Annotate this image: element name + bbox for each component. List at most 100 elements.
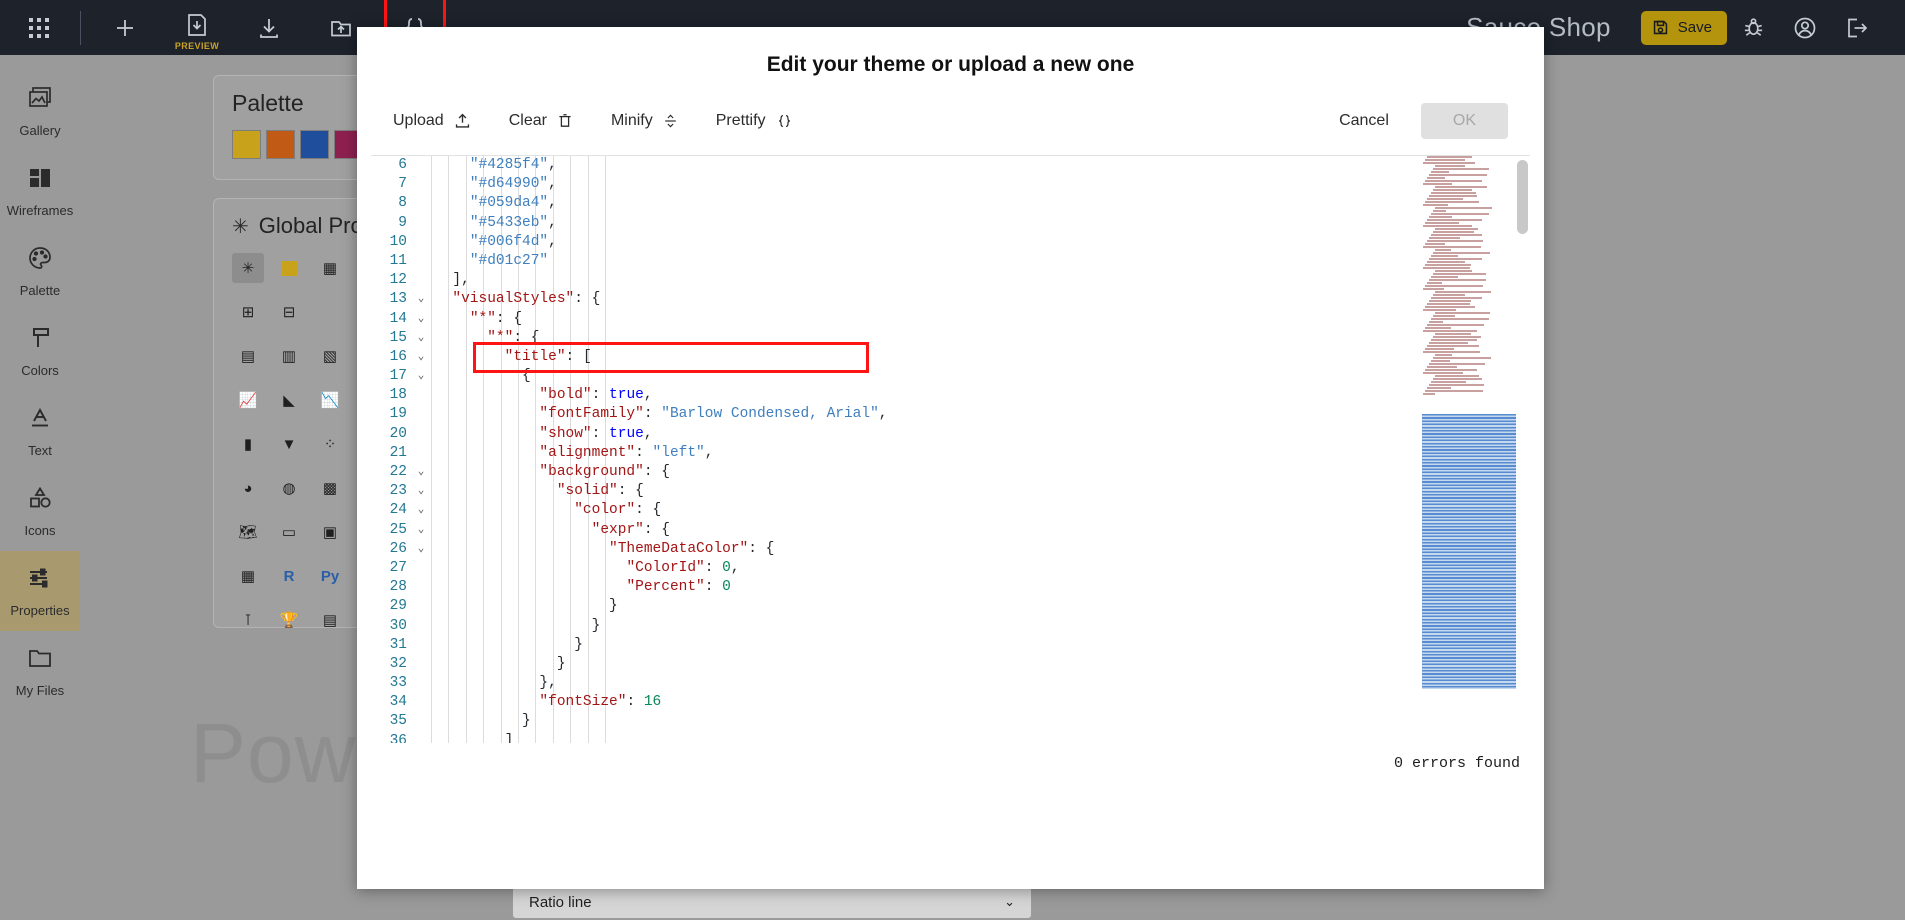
fold-toggle-icon[interactable] <box>411 732 431 743</box>
preview-icon[interactable]: PREVIEW <box>171 0 223 55</box>
code-line[interactable]: 29 } <box>371 597 1530 616</box>
matrix-table-icon[interactable]: ▦ <box>232 561 264 591</box>
python-visual-icon[interactable]: Py <box>314 561 346 591</box>
editor-scrollbar-thumb[interactable] <box>1517 160 1528 234</box>
code-line[interactable]: 6 "#4285f4", <box>371 156 1530 175</box>
minify-button[interactable]: Minify <box>611 106 692 136</box>
bug-icon[interactable] <box>1727 0 1779 55</box>
download-icon[interactable] <box>243 0 295 55</box>
fold-toggle-icon[interactable]: ⌄ <box>411 329 431 348</box>
combo-chart-icon[interactable]: 📉 <box>314 385 346 415</box>
column-split-icon[interactable]: ⊟ <box>273 297 305 327</box>
area-chart-icon[interactable]: ◣ <box>273 385 305 415</box>
code-line[interactable]: 15 ⌄ "*": { <box>371 329 1530 348</box>
sidebar-item-wireframes[interactable]: Wireframes <box>0 151 80 231</box>
fold-toggle-icon[interactable]: ⌄ <box>411 521 431 540</box>
fold-toggle-icon[interactable]: ⌄ <box>411 482 431 501</box>
sidebar-item-my-files[interactable]: My Files <box>0 631 80 711</box>
code-line[interactable]: 30 } <box>371 617 1530 636</box>
code-line[interactable]: 18 "bold": true, <box>371 386 1530 405</box>
sidebar-item-icons[interactable]: Icons <box>0 471 80 551</box>
code-line[interactable]: 36 ] <box>371 732 1530 743</box>
fold-toggle-icon[interactable] <box>411 425 431 444</box>
palette-swatch[interactable] <box>300 130 329 159</box>
fold-toggle-icon[interactable]: ⌄ <box>411 367 431 386</box>
code-line[interactable]: 23 ⌄ "solid": { <box>371 482 1530 501</box>
code-line[interactable]: 14 ⌄ "*": { <box>371 310 1530 329</box>
code-line[interactable]: 28 "Percent": 0 <box>371 578 1530 597</box>
bar-chart-horizontal-icon[interactable]: ▤ <box>232 341 264 371</box>
code-line[interactable]: 25 ⌄ "expr": { <box>371 521 1530 540</box>
code-line[interactable]: 20 "show": true, <box>371 425 1530 444</box>
ok-button[interactable]: OK <box>1420 103 1508 139</box>
add-icon[interactable] <box>99 0 151 55</box>
matrix-icon[interactable]: ▦ <box>314 253 346 283</box>
treemap-icon[interactable]: ▩ <box>314 473 346 503</box>
fold-toggle-icon[interactable]: ⌄ <box>411 463 431 482</box>
card-icon[interactable]: ▭ <box>273 517 305 547</box>
code-line[interactable]: 22 ⌄ "background": { <box>371 463 1530 482</box>
fold-toggle-icon[interactable] <box>411 386 431 405</box>
code-line[interactable]: 33 }, <box>371 674 1530 693</box>
fold-toggle-icon[interactable] <box>411 559 431 578</box>
award-icon[interactable]: 🏆 <box>273 605 305 635</box>
kpi-icon[interactable]: ▣ <box>314 517 346 547</box>
fold-toggle-icon[interactable] <box>411 252 431 271</box>
sidebar-item-gallery[interactable]: Gallery <box>0 71 80 151</box>
asterisk-filter-icon[interactable]: ✳ <box>232 253 264 283</box>
clear-button[interactable]: Clear <box>509 106 587 136</box>
code-line[interactable]: 21 "alignment": "left", <box>371 444 1530 463</box>
funnel-chart-icon[interactable]: ▼ <box>273 429 305 459</box>
fold-toggle-icon[interactable] <box>411 636 431 655</box>
stacked-bar-icon[interactable]: ▧ <box>314 341 346 371</box>
fold-toggle-icon[interactable]: ⌄ <box>411 348 431 367</box>
editor-scrollbar[interactable] <box>1517 156 1528 743</box>
fold-toggle-icon[interactable] <box>411 405 431 424</box>
sidebar-item-text[interactable]: Text <box>0 391 80 471</box>
r-visual-icon[interactable]: R <box>273 561 305 591</box>
map-icon[interactable]: 🗺 <box>232 517 264 547</box>
bar-chart-icon[interactable]: ▥ <box>273 341 305 371</box>
fold-toggle-icon[interactable] <box>411 597 431 616</box>
text-box-icon[interactable]: ⊺ <box>232 605 264 635</box>
code-line[interactable]: 32 } <box>371 655 1530 674</box>
scatter-chart-icon[interactable]: ⁘ <box>314 429 346 459</box>
code-line[interactable]: 11 "#d01c27" <box>371 252 1530 271</box>
palette-swatch[interactable] <box>232 130 261 159</box>
table-grid-icon[interactable]: ⊞ <box>232 297 264 327</box>
code-line[interactable]: 7 "#d64990", <box>371 175 1530 194</box>
cancel-button[interactable]: Cancel <box>1321 104 1407 138</box>
code-line[interactable]: 31 } <box>371 636 1530 655</box>
fold-toggle-icon[interactable] <box>411 712 431 731</box>
code-line[interactable]: 8 "#059da4", <box>371 194 1530 213</box>
fold-toggle-icon[interactable] <box>411 233 431 252</box>
fold-toggle-icon[interactable] <box>411 655 431 674</box>
ratio-line-select[interactable]: Ratio line ⌄ <box>512 885 1032 919</box>
fold-toggle-icon[interactable] <box>411 175 431 194</box>
fold-toggle-icon[interactable]: ⌄ <box>411 540 431 559</box>
fold-toggle-icon[interactable]: ⌄ <box>411 290 431 309</box>
fold-toggle-icon[interactable] <box>411 271 431 290</box>
line-chart-icon[interactable]: 📈 <box>232 385 264 415</box>
code-editor[interactable]: 6 "#4285f4", 7 "#d64990", 8 "#059da4", 9 "#… <box>371 156 1530 743</box>
fold-toggle-icon[interactable] <box>411 617 431 636</box>
fold-toggle-icon[interactable] <box>411 194 431 213</box>
sidebar-item-palette[interactable]: Palette <box>0 231 80 311</box>
sidebar-item-properties[interactable]: Properties <box>0 551 80 631</box>
code-line[interactable]: 24 ⌄ "color": { <box>371 501 1530 520</box>
pie-chart-icon[interactable]: ◕ <box>232 473 264 503</box>
code-line[interactable]: 17 ⌄ { <box>371 367 1530 386</box>
code-line[interactable]: 26 ⌄ "ThemeDataColor": { <box>371 540 1530 559</box>
color-block-icon[interactable] <box>273 253 305 283</box>
fold-toggle-icon[interactable] <box>411 214 431 233</box>
code-line[interactable]: 35 } <box>371 712 1530 731</box>
donut-chart-icon[interactable]: ◍ <box>273 473 305 503</box>
apps-grid-icon[interactable] <box>0 0 78 55</box>
report-icon[interactable]: ▤ <box>314 605 346 635</box>
fold-toggle-icon[interactable] <box>411 578 431 597</box>
save-button[interactable]: Save <box>1640 10 1727 45</box>
account-circle-icon[interactable] <box>1779 0 1831 55</box>
waterfall-chart-icon[interactable]: ▮ <box>232 429 264 459</box>
editor-minimap[interactable] <box>1422 156 1516 743</box>
fold-toggle-icon[interactable]: ⌄ <box>411 310 431 329</box>
